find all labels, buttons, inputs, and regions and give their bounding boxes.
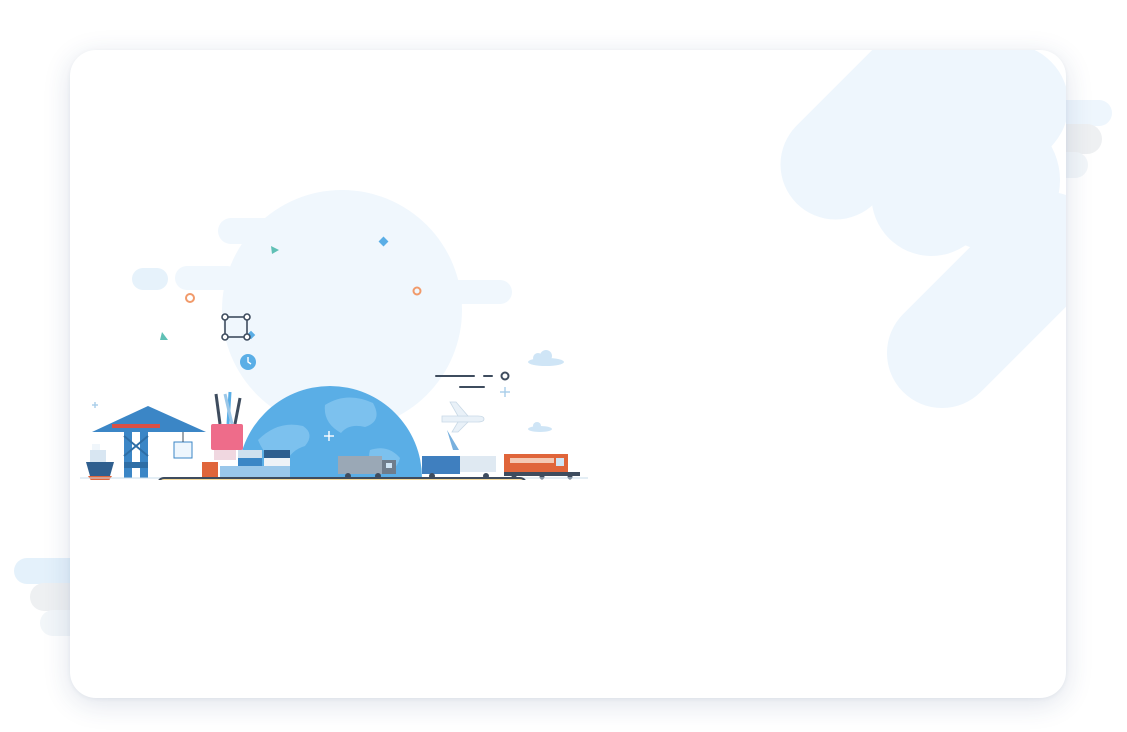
pencil-cup-icon (211, 391, 243, 450)
desk-icon (158, 477, 526, 480)
orange-ring-dot (185, 293, 195, 303)
teal-triangle-2 (160, 332, 168, 340)
shipping-containers (202, 450, 290, 478)
clock-icon (240, 354, 256, 370)
speed-lines (435, 371, 510, 388)
airplane-trail (447, 430, 459, 450)
cargo-truck-icon (422, 456, 496, 479)
airplane-icon (441, 401, 485, 433)
train-icon (504, 454, 580, 480)
ship-icon (86, 444, 114, 480)
content-card (70, 50, 1066, 698)
small-cloud-pill (132, 268, 168, 290)
logistics-illustration (80, 190, 588, 480)
background-swoosh-shape (780, 50, 1066, 409)
